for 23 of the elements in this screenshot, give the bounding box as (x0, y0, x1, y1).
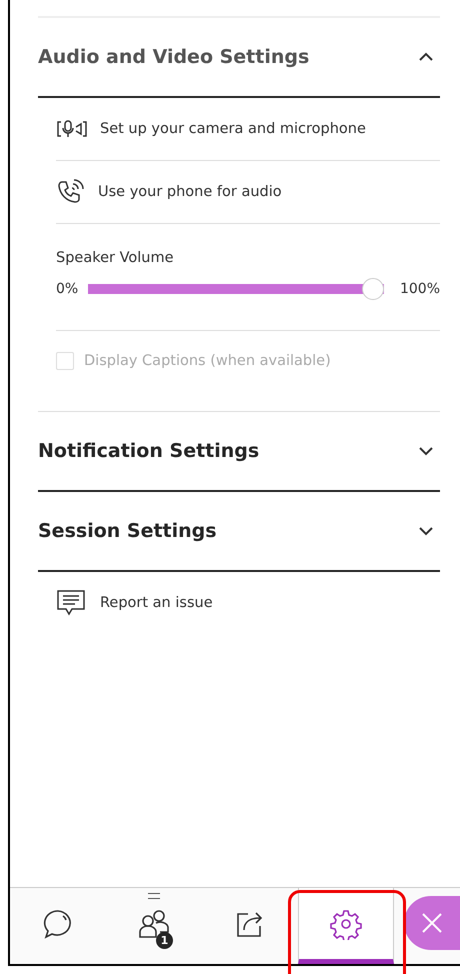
close-icon (421, 912, 443, 934)
chevron-down-icon (418, 446, 434, 456)
camera-setup-link[interactable]: Set up your camera and microphone (56, 98, 440, 161)
section-header[interactable]: Audio and Video Settings (38, 18, 440, 98)
settings-icon (330, 908, 362, 940)
section-header[interactable]: Session Settings (38, 492, 440, 572)
captions-label: Display Captions (when available) (84, 353, 331, 369)
camera-microphone-icon (56, 119, 88, 139)
close-button[interactable] (404, 896, 460, 950)
tab[interactable] (298, 888, 394, 964)
drag-handle-icon[interactable] (148, 893, 160, 899)
min-label: 0% (56, 281, 78, 297)
chat-bubble-icon (42, 908, 74, 940)
chevron-down-icon (418, 526, 434, 536)
max-label: 100% (400, 281, 440, 297)
volume-label: Speaker Volume (56, 250, 175, 266)
report-issue-link[interactable]: Report an issue (38, 572, 440, 634)
slider-thumb[interactable] (362, 278, 384, 300)
section-header[interactable]: Notification Settings (38, 412, 440, 492)
phone-audio-link[interactable]: Use your phone for audio (56, 161, 440, 224)
chevron-up-icon (418, 52, 434, 62)
count-badge: 1 (156, 932, 173, 949)
comment-icon (56, 589, 86, 617)
